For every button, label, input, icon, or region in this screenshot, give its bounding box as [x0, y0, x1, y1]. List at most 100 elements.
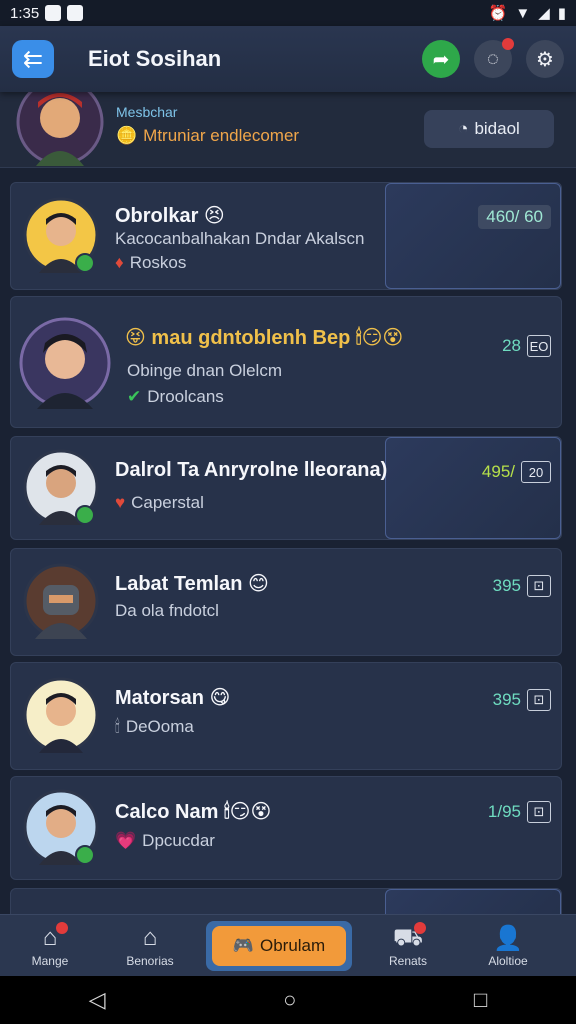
- nav-profile[interactable]: 👤 Aloltioe: [458, 924, 558, 968]
- avatar: [23, 563, 99, 639]
- gift-icon: ⛟: [392, 923, 424, 951]
- page-title: Eiot Sosihan: [88, 46, 222, 71]
- emoji: 🕯😏😵: [223, 801, 272, 823]
- signal-icon: ◢: [538, 5, 550, 22]
- pinned-chip[interactable]: ◔ bidaol: [424, 110, 554, 148]
- chat-count: 1/95 ⊡: [488, 801, 551, 823]
- nav-chat[interactable]: 🎮 Obrulam: [206, 920, 352, 971]
- diamond-icon: ♦: [115, 253, 124, 272]
- chat-count: 460/ 60: [478, 205, 551, 229]
- candle-icon: 🕯: [115, 717, 120, 736]
- notification-icon-2: [67, 5, 84, 21]
- avatar: [19, 317, 111, 409]
- count-box: ⊡: [527, 689, 551, 711]
- count-number: 395: [492, 576, 521, 595]
- status-bar: 1:35 ⏰ ▼ ◢ ▮: [0, 0, 576, 26]
- chat-item[interactable]: [10, 888, 562, 914]
- share-arrow-icon: ➦: [432, 48, 450, 71]
- chat-name-text: Matorsan: [115, 687, 204, 709]
- highlight-panel: [385, 437, 561, 539]
- chat-status-text: Roskos: [129, 253, 187, 272]
- chat-name: Matorsan 😋: [115, 685, 230, 710]
- chat-status-text: Caperstal: [131, 493, 204, 512]
- coin-icon: 🪙: [116, 126, 138, 145]
- gamepad-icon: 🎮: [232, 935, 254, 955]
- avatar: [23, 789, 99, 865]
- house-icon: ⌂: [142, 923, 158, 951]
- heart-icon: ♥: [115, 493, 126, 512]
- nav-label: Obrulam: [259, 935, 326, 955]
- notification-icon: [45, 5, 62, 21]
- chat-bubble-icon: ◌: [487, 47, 499, 70]
- avatar: [23, 677, 99, 753]
- count-number: 1/95: [487, 802, 521, 821]
- chat-name: Labat Temlan 😊: [115, 571, 269, 596]
- pinned-message-text: Mtruniar endlecomer: [143, 126, 300, 145]
- emoji: 😊: [248, 573, 269, 595]
- chat-item[interactable]: 😝 mau gdntoblenh Bep 🕯😏😵 Obinge dnan Ole…: [10, 296, 562, 428]
- gear-icon: ⚙: [536, 48, 554, 71]
- chat-button[interactable]: ◌: [474, 38, 514, 78]
- chat-list[interactable]: Mesbchar 🪙 Mtruniar endlecomer ◔ bidaol O…: [0, 92, 576, 914]
- notification-badge: [414, 921, 426, 934]
- share-button[interactable]: ➦: [422, 40, 460, 78]
- settings-button[interactable]: ⚙: [526, 40, 564, 78]
- chat-count: 28 ЕО: [502, 335, 551, 357]
- notification-badge: [502, 38, 514, 50]
- emoji: 😣: [203, 205, 225, 227]
- chat-item[interactable]: Labat Temlan 😊 Da ola fndotcl 395 ⊡: [10, 548, 562, 656]
- highlight-panel: [385, 183, 561, 289]
- chat-status: Da ola fndotcl: [115, 601, 219, 620]
- system-nav: ◁ ○ □: [0, 976, 576, 1024]
- pinned-message: 🪙 Mtruniar endlecomer: [116, 126, 299, 146]
- chat-preview: Obinge dnan Olelcm: [127, 361, 282, 380]
- chat-status-text: DeOoma: [125, 717, 194, 736]
- nav-news[interactable]: ⌂ Benorias: [100, 924, 200, 968]
- chat-name-text: Calco Nam: [115, 801, 219, 823]
- chat-name: Dalrol Ta Anryrolne lleorana): [115, 459, 388, 481]
- avatar: [16, 92, 104, 166]
- app-bar: ⇇ Eiot Sosihan ➦ ◌ ⚙: [0, 26, 576, 92]
- back-button[interactable]: ⇇: [12, 40, 54, 78]
- nav-rewards[interactable]: ⛟ Renats: [358, 921, 458, 968]
- wifi-icon: ▼: [515, 4, 531, 22]
- count-box: ЕО: [527, 335, 551, 357]
- chat-status: 💗 Dpcucdar: [115, 831, 215, 851]
- count-number: 28: [502, 336, 521, 355]
- emoji: 🕯😏😵: [355, 327, 404, 349]
- check-icon: ✔: [127, 387, 142, 406]
- dial-icon: ◔: [458, 119, 469, 138]
- nav-label: Benorias: [126, 953, 174, 968]
- pinned-chat[interactable]: Mesbchar 🪙 Mtruniar endlecomer ◔ bidaol: [0, 92, 576, 168]
- chat-status: 🕯 DeOoma: [115, 717, 194, 737]
- recent-square-icon[interactable]: □: [474, 987, 487, 1013]
- chat-name-text: Obrolkar: [115, 205, 199, 227]
- count-box: 20: [521, 461, 551, 483]
- status-time: 1:35: [10, 4, 40, 22]
- chat-name-text: Labat Temlan: [115, 573, 243, 595]
- chat-name-suffix: Bep: [312, 327, 351, 349]
- avatar: [23, 449, 99, 525]
- chat-status-text: Droolcans: [147, 387, 224, 406]
- chat-name: Calco Nam 🕯😏😵: [115, 799, 271, 824]
- count-number: 495/: [481, 462, 515, 481]
- chat-name-text: mau gdntoblenh: [151, 327, 307, 349]
- bottom-nav: ⌂ Mange ⌂ Benorias 🎮 Obrulam ⛟ Renats 👤 …: [0, 914, 576, 976]
- home-circle-icon[interactable]: ○: [283, 987, 296, 1013]
- avatar: [23, 197, 99, 273]
- chat-status: ✔ Droolcans: [127, 387, 224, 407]
- chat-item[interactable]: Matorsan 😋 🕯 DeOoma 395 ⊡: [10, 662, 562, 770]
- chat-status: ♥ Caperstal: [115, 493, 204, 513]
- profile-avatar-icon: 👤: [493, 924, 523, 952]
- nav-home[interactable]: ⌂ Mange: [0, 921, 100, 968]
- back-arrow-icon: ⇇: [22, 45, 44, 73]
- chat-status-text: Dpcucdar: [142, 831, 215, 850]
- back-triangle-icon[interactable]: ◁: [89, 987, 106, 1013]
- chat-item[interactable]: Calco Nam 🕯😏😵 💗 Dpcucdar 1/95 ⊡: [10, 776, 562, 880]
- chat-item[interactable]: Dalrol Ta Anryrolne lleorana) ♥ Caperstal…: [10, 436, 562, 540]
- battery-icon: ▮: [557, 5, 566, 22]
- emoji: 😝: [125, 327, 146, 349]
- chat-item[interactable]: Obrolkar 😣 Kacocanbalhakan Dndar Akalscn…: [10, 182, 562, 290]
- chip-label: bidaol: [474, 119, 520, 138]
- notification-badge: [56, 921, 68, 934]
